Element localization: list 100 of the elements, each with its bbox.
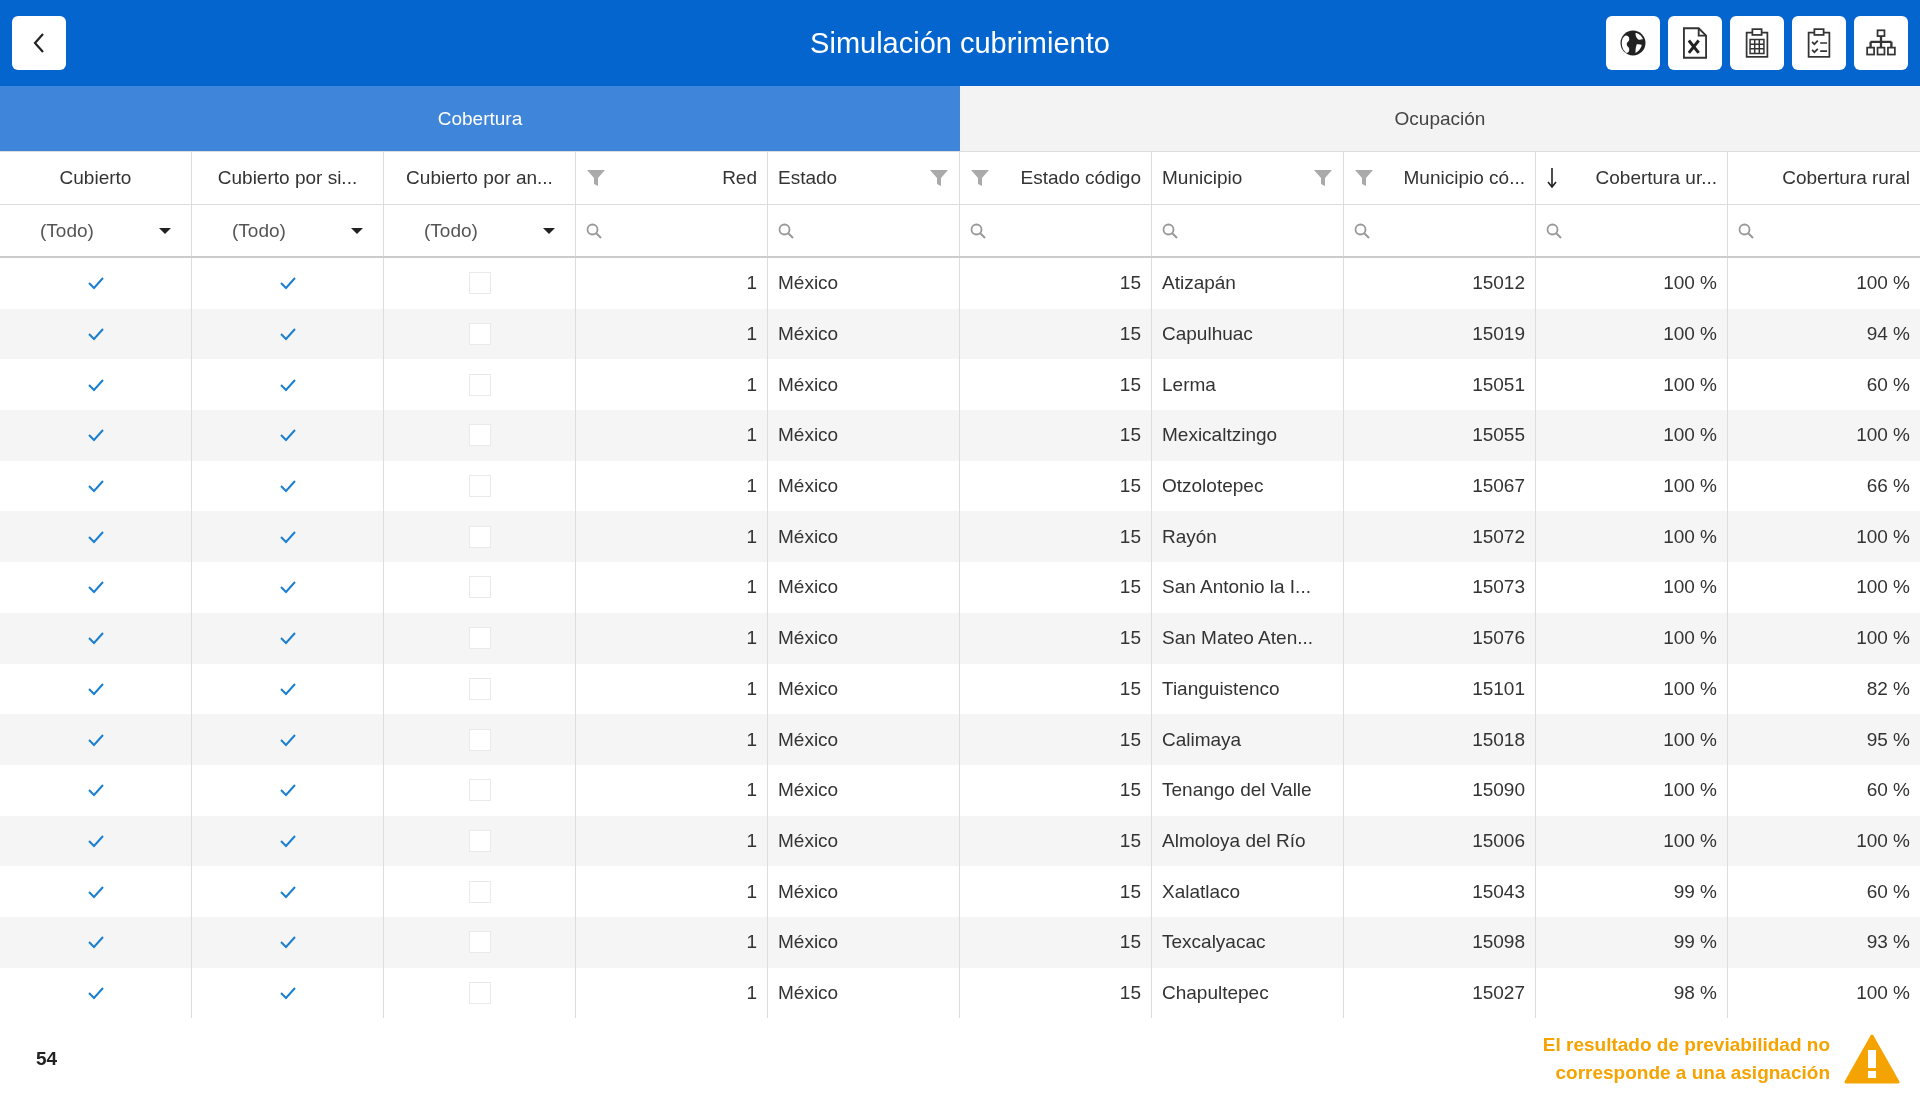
column-header[interactable]: Cobertura ur... <box>1595 167 1717 189</box>
table-cell: 100 % <box>1536 258 1728 309</box>
column-header[interactable]: Cubierto por si... <box>217 167 358 189</box>
filter-icon[interactable] <box>586 168 606 188</box>
column-header[interactable]: Cubierto <box>59 167 132 189</box>
table-cell: San Antonio la I... <box>1152 562 1344 613</box>
table-cell: Xalatlaco <box>1152 866 1344 917</box>
hierarchy-icon <box>1866 29 1896 57</box>
record-count: 54 <box>36 1048 58 1071</box>
table-cell: 100 % <box>1536 764 1728 816</box>
column-header[interactable]: Cobertura rural <box>1782 167 1910 189</box>
chevron-left-icon <box>32 32 46 54</box>
table-cell-text: 100 % <box>1855 524 1911 549</box>
table-cell: Almoloya del Río <box>1152 815 1344 867</box>
table-cell: México <box>768 815 960 867</box>
toolbar-button[interactable] <box>1730 16 1784 70</box>
filter-dropdown[interactable]: (Todo) <box>394 219 565 242</box>
filter-icon[interactable] <box>970 168 990 188</box>
table-cell-text: 100 % <box>1855 423 1911 448</box>
table-cell: Tenango del Valle <box>1152 764 1344 816</box>
table-cell-text: 100 % <box>1855 271 1911 296</box>
warning-message: El resultado de previabilidad no corresponde a una asignación <box>1541 1032 1830 1086</box>
table-cell: México <box>768 714 960 765</box>
table-cell: 15018 <box>1344 714 1536 765</box>
table-cell: México <box>768 866 960 917</box>
toolbar-button[interactable] <box>1854 16 1908 70</box>
table-cell: 15006 <box>1344 815 1536 867</box>
table-cell: 15072 <box>1344 511 1536 563</box>
search-icon <box>1162 222 1178 239</box>
table-cell: 15 <box>960 308 1152 360</box>
table-cell: México <box>768 258 960 309</box>
table-cell: México <box>768 967 960 1019</box>
table-cell-text: 82 % <box>1865 676 1911 701</box>
back-button[interactable] <box>12 16 66 70</box>
toolbar-button[interactable] <box>1792 16 1846 70</box>
table-cell-text: 60 % <box>1865 372 1911 397</box>
table-cell: México <box>768 764 960 816</box>
table-cell: Texcalyacac <box>1152 916 1344 968</box>
table-cell: México <box>768 562 960 613</box>
table-cell: 15012 <box>1344 258 1536 309</box>
table-cell: 15 <box>960 612 1152 664</box>
warning-icon <box>1844 1034 1900 1085</box>
column-header[interactable]: Estado código <box>1020 167 1141 189</box>
search-icon <box>1354 222 1370 239</box>
table-cell: Chapultepec <box>1152 967 1344 1019</box>
table-cell-text: 60 % <box>1865 879 1911 904</box>
filter-icon[interactable] <box>1313 168 1333 188</box>
table-cell: México <box>768 612 960 664</box>
column-header[interactable]: Municipio <box>1162 167 1243 189</box>
table-cell: 100 % <box>1536 612 1728 664</box>
clipboard-grid-icon <box>1744 28 1770 58</box>
column-header[interactable]: Municipio có... <box>1403 167 1525 189</box>
tab[interactable]: Cobertura <box>0 86 960 152</box>
column-header[interactable]: Estado <box>778 167 838 189</box>
table-cell: México <box>768 511 960 563</box>
table-cell: 15 <box>960 916 1152 968</box>
sort-descending-icon[interactable] <box>1546 167 1558 189</box>
table-cell: 15 <box>960 866 1152 917</box>
table-cell: 15076 <box>1344 612 1536 664</box>
table-cell: 1 <box>576 258 768 309</box>
table-cell: 1 <box>576 410 768 461</box>
table-cell: 99 % <box>1536 916 1728 968</box>
table-cell: 15 <box>960 764 1152 816</box>
table-cell: 1 <box>576 562 768 613</box>
table-cell: 15055 <box>1344 410 1536 461</box>
table-cell-text: 100 % <box>1855 575 1911 600</box>
table-cell-text: 94 % <box>1865 322 1911 347</box>
filter-icon[interactable] <box>929 168 949 188</box>
table-cell: 100 % <box>1536 511 1728 563</box>
spreadsheet-file-icon <box>1681 27 1709 59</box>
filter-icon[interactable] <box>1354 168 1374 188</box>
table-cell: 1 <box>576 967 768 1019</box>
table-cell: 1 <box>576 714 768 765</box>
table-cell-text: 66 % <box>1865 474 1911 499</box>
toolbar-button[interactable] <box>1606 16 1660 70</box>
table-cell-text: 93 % <box>1865 930 1911 955</box>
table-cell: 15043 <box>1344 866 1536 917</box>
table-cell: 1 <box>576 866 768 917</box>
toolbar-button[interactable] <box>1668 16 1722 70</box>
table-cell: Mexicaltzingo <box>1152 410 1344 461</box>
globe-icon <box>1618 28 1648 58</box>
table-cell: 15 <box>960 410 1152 461</box>
table-cell: Atizapán <box>1152 258 1344 309</box>
table-cell: 1 <box>576 916 768 968</box>
column-header[interactable]: Cubierto por an... <box>406 167 553 189</box>
table-cell-text: 95 % <box>1865 727 1911 752</box>
table-cell: 15 <box>960 967 1152 1019</box>
filter-dropdown[interactable]: (Todo) <box>10 219 181 242</box>
table-cell: Capulhuac <box>1152 308 1344 360</box>
table-cell: Calimaya <box>1152 714 1344 765</box>
table-cell: 100 % <box>1536 562 1728 613</box>
table-cell: 1 <box>576 764 768 816</box>
table-cell: 100 % <box>1536 308 1728 360</box>
filter-dropdown[interactable]: (Todo) <box>202 219 373 242</box>
table-cell: 1 <box>576 815 768 867</box>
table-cell: 15027 <box>1344 967 1536 1019</box>
search-icon <box>778 222 794 239</box>
tab[interactable]: Ocupación <box>960 86 1920 152</box>
column-header[interactable]: Red <box>722 167 757 189</box>
table-cell: 15 <box>960 511 1152 563</box>
